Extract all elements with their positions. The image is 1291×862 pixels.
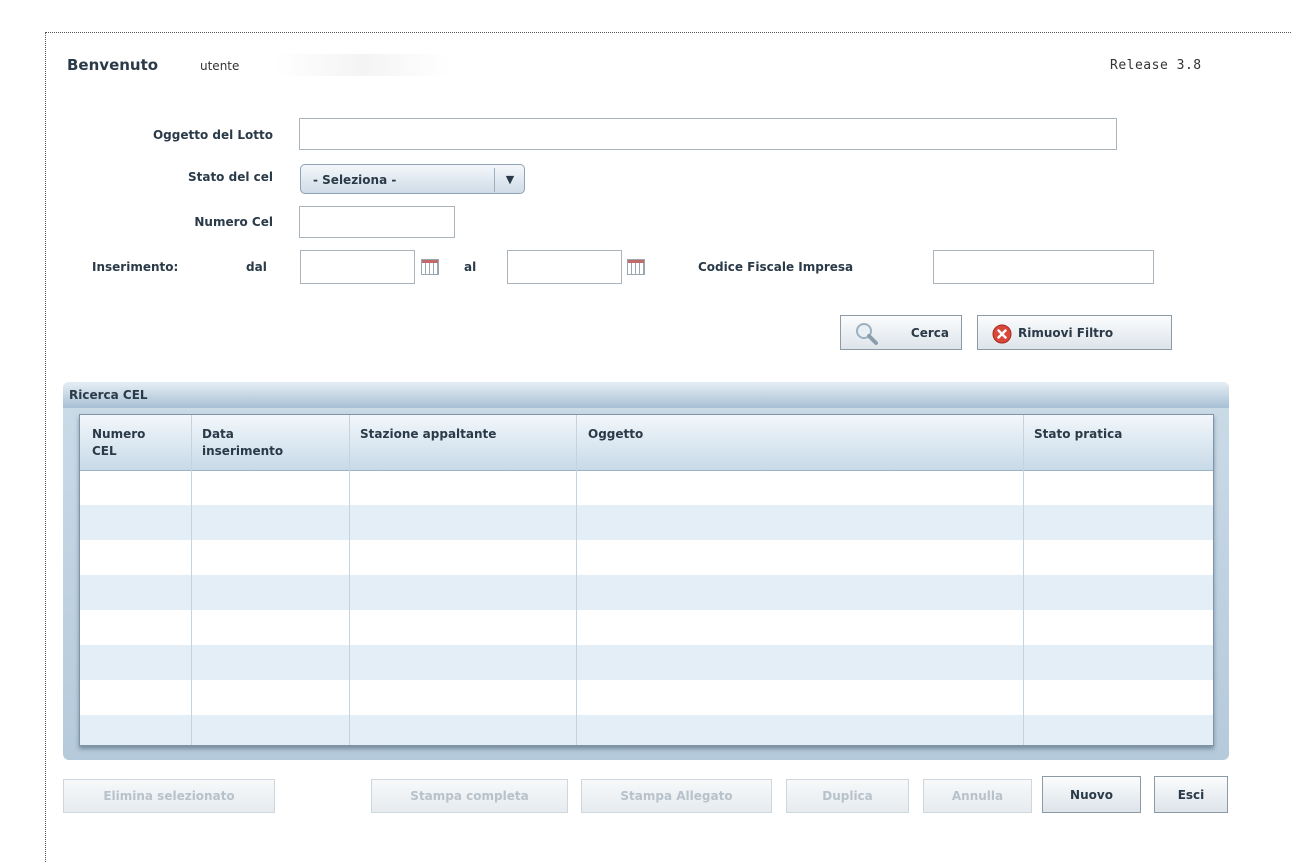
al-date-input[interactable] (507, 250, 622, 284)
panel-header: Ricerca CEL (63, 382, 1229, 408)
table-row[interactable] (80, 505, 1213, 540)
select-separator (494, 168, 495, 192)
panel-title: Ricerca CEL (69, 388, 148, 402)
al-label: al (464, 260, 477, 274)
dal-date-input[interactable] (300, 250, 415, 284)
stampa-allegato-button[interactable]: Stampa Allegato (581, 779, 772, 813)
stampa-completa-button[interactable]: Stampa completa (371, 779, 568, 813)
stato-selected-value: - Seleziona - (313, 173, 397, 187)
table-row[interactable] (80, 715, 1213, 745)
column-header-numero[interactable]: Numero CEL (92, 426, 145, 460)
table-row[interactable] (80, 470, 1213, 505)
user-label: utente (200, 59, 240, 73)
table-row[interactable] (80, 680, 1213, 715)
column-divider (576, 415, 577, 745)
results-grid[interactable]: Numero CEL Data inserimento Stazione appal… (79, 414, 1214, 746)
codice-fiscale-label: Codice Fiscale Impresa (698, 260, 854, 274)
nuovo-button[interactable]: Nuovo (1042, 776, 1141, 813)
oggetto-label: Oggetto del Lotto (152, 128, 273, 142)
annulla-button[interactable]: Annulla (923, 779, 1032, 813)
search-icon (856, 323, 878, 345)
column-header-stato[interactable]: Stato pratica (1034, 426, 1122, 443)
ricerca-cel-panel: Ricerca CEL Numero CEL Data inserimento St… (63, 382, 1229, 760)
username-redacted (275, 54, 450, 76)
duplica-button[interactable]: Duplica (786, 779, 909, 813)
numero-label: Numero Cel (194, 215, 273, 229)
rimuovi-filtro-button[interactable]: Rimuovi Filtro (977, 315, 1172, 350)
rimuovi-filtro-label: Rimuovi Filtro (1018, 325, 1114, 340)
table-row[interactable] (80, 540, 1213, 575)
calendar-icon[interactable] (627, 259, 645, 275)
oggetto-input[interactable] (299, 118, 1117, 150)
calendar-icon[interactable] (421, 259, 439, 275)
cerca-button[interactable]: Cerca (840, 315, 962, 350)
column-divider (191, 415, 192, 745)
codice-fiscale-input[interactable] (933, 250, 1154, 284)
column-header-oggetto[interactable]: Oggetto (588, 426, 643, 443)
numero-input[interactable] (299, 206, 455, 238)
cerca-label: Cerca (910, 325, 949, 340)
welcome-title: Benvenuto (67, 56, 159, 74)
table-row[interactable] (80, 575, 1213, 610)
release-version: Release 3.8 (1110, 58, 1202, 73)
column-header-stazione[interactable]: Stazione appaltante (360, 426, 496, 443)
column-header-data[interactable]: Data inserimento (202, 426, 283, 460)
stato-select[interactable]: - Seleziona - ▼ (300, 164, 525, 194)
table-row[interactable] (80, 645, 1213, 680)
column-divider (1023, 415, 1024, 745)
column-divider (349, 415, 350, 745)
table-row[interactable] (80, 610, 1213, 645)
stato-label: Stato del cel (187, 170, 273, 184)
chevron-down-icon[interactable]: ▼ (500, 174, 520, 186)
dal-label: dal (246, 260, 267, 274)
elimina-selezionato-button[interactable]: Elimina selezionato (63, 779, 275, 813)
remove-filter-icon (992, 324, 1012, 344)
esci-button[interactable]: Esci (1154, 776, 1228, 813)
inserimento-label: Inserimento: (92, 260, 179, 274)
grid-header: Numero CEL Data inserimento Stazione appal… (80, 415, 1213, 471)
